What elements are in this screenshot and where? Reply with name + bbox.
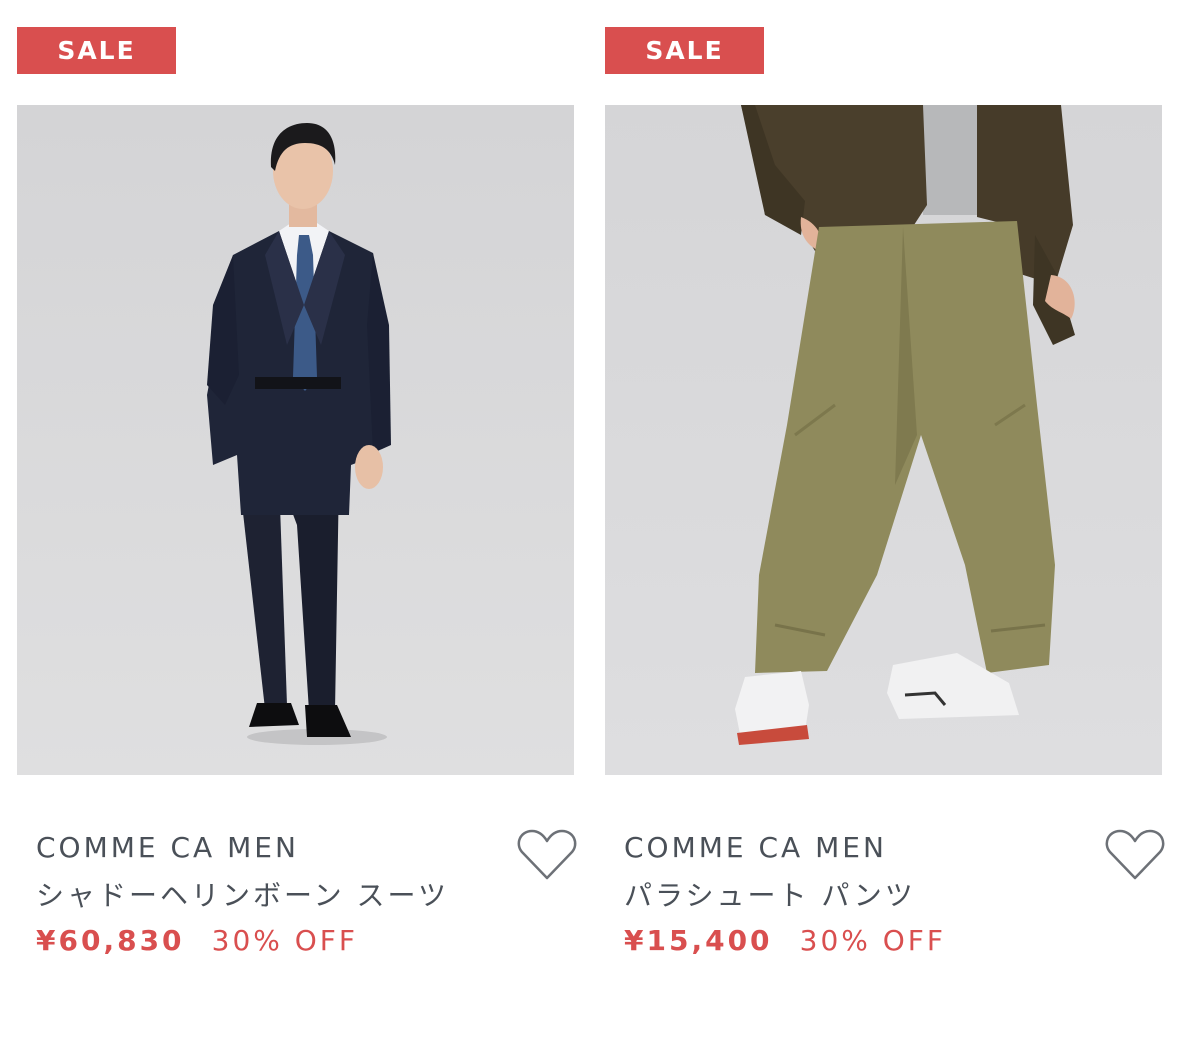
- heart-outline-icon: [1105, 829, 1165, 880]
- suit-model-illustration: [17, 105, 574, 775]
- product-card[interactable]: SALE: [605, 0, 1165, 1039]
- product-name[interactable]: パラシュート パンツ: [624, 874, 916, 914]
- heart-outline-icon: [517, 829, 577, 880]
- sale-price: ¥60,830: [36, 924, 185, 957]
- favorite-button[interactable]: [517, 826, 577, 882]
- product-name[interactable]: シャドーヘリンボーン スーツ: [36, 874, 449, 914]
- discount-rate: 30% OFF: [211, 924, 359, 957]
- product-grid: SALE COMME CA MEN シャドーヘリンボーン スーツ ¥60,830…: [0, 0, 1179, 1039]
- price-row: ¥15,400 30% OFF: [624, 924, 946, 957]
- favorite-button[interactable]: [1105, 826, 1165, 882]
- product-brand[interactable]: COMME CA MEN: [624, 831, 887, 864]
- product-image[interactable]: [605, 105, 1162, 775]
- sale-badge: SALE: [17, 27, 176, 74]
- product-card[interactable]: SALE: [17, 0, 577, 1039]
- pants-model-illustration: [605, 105, 1162, 775]
- sale-price: ¥15,400: [624, 924, 773, 957]
- sale-badge: SALE: [605, 27, 764, 74]
- product-brand[interactable]: COMME CA MEN: [36, 831, 299, 864]
- product-image[interactable]: [17, 105, 574, 775]
- discount-rate: 30% OFF: [799, 924, 947, 957]
- price-row: ¥60,830 30% OFF: [36, 924, 358, 957]
